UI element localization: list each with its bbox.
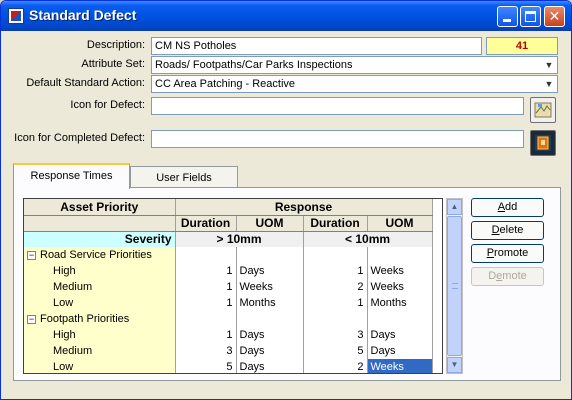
grid-scrollbar[interactable]: ▲ ▼ [446, 198, 463, 374]
defect-icon-picker-button[interactable] [530, 97, 556, 123]
priority-label: High [24, 263, 176, 279]
duration-cell[interactable]: 1 [175, 263, 237, 279]
completed-icon [535, 135, 551, 151]
tab-response-times[interactable]: Response Times [13, 163, 130, 189]
uom-cell[interactable]: Weeks [367, 263, 433, 279]
arrow-down-icon[interactable]: ▼ [447, 357, 462, 373]
icon-for-completed-label: Icon for Completed Defect: [14, 132, 145, 144]
window-title: Standard Defect [29, 7, 137, 23]
arrow-up-icon[interactable]: ▲ [447, 199, 462, 215]
uom-cell[interactable]: Days [236, 343, 304, 359]
uom-header[interactable]: UOM [236, 215, 304, 232]
duration-header[interactable]: Duration [175, 215, 237, 232]
duration-cell[interactable]: 1 [303, 295, 368, 311]
duration-cell[interactable]: 3 [175, 343, 237, 359]
uom-cell[interactable]: Days [236, 327, 304, 343]
close-icon: ✕ [548, 8, 561, 24]
icon-for-completed-field[interactable] [151, 130, 524, 148]
app-icon[interactable] [8, 8, 24, 24]
table-row[interactable]: − Road Service Priorities [24, 247, 433, 263]
group-label: Footpath Priorities [40, 313, 130, 325]
default-action-value: CC Area Patching - Reactive [155, 78, 296, 90]
uom-header[interactable]: UOM [367, 215, 433, 232]
uom-cell[interactable]: Weeks [367, 279, 433, 295]
priority-label: Low [24, 359, 176, 373]
minimize-icon [503, 19, 511, 22]
severity-column-1: > 10mm [175, 231, 304, 247]
table-row[interactable]: Low 5 Days 2 Weeks [24, 359, 433, 373]
maximize-icon [525, 11, 536, 22]
duration-cell[interactable]: 1 [175, 327, 237, 343]
collapse-icon[interactable]: − [27, 250, 36, 260]
table-row[interactable]: − Footpath Priorities [24, 311, 433, 327]
duration-cell[interactable]: 2 [303, 279, 368, 295]
group-row-road-service[interactable]: − Road Service Priorities [24, 247, 176, 263]
uom-cell-selected[interactable]: Weeks [367, 359, 433, 373]
maximize-button[interactable] [520, 6, 541, 27]
uom-cell[interactable]: Days [367, 327, 433, 343]
uom-cell[interactable]: Days [236, 263, 304, 279]
chevron-down-icon[interactable]: ▼ [541, 76, 557, 92]
icon-for-defect-label: Icon for Defect: [70, 99, 145, 111]
table-row[interactable]: Medium 1 Weeks 2 Weeks [24, 279, 433, 295]
default-action-select[interactable]: CC Area Patching - Reactive ▼ [151, 75, 558, 93]
close-button[interactable]: ✕ [544, 6, 565, 27]
map-icon [534, 102, 552, 118]
duration-cell[interactable]: 1 [175, 295, 237, 311]
promote-button[interactable]: Promote [471, 244, 544, 263]
table-row[interactable]: Medium 3 Days 5 Days [24, 343, 433, 359]
default-action-label: Default Standard Action: [26, 77, 145, 89]
duration-cell[interactable]: 3 [303, 327, 368, 343]
duration-cell[interactable]: 5 [303, 343, 368, 359]
attribute-set-value: Roads/ Footpaths/Car Parks Inspections [155, 59, 353, 71]
table-row[interactable]: High 1 Days 3 Days [24, 327, 433, 343]
group-label: Road Service Priorities [40, 249, 152, 261]
description-field[interactable]: CM NS Potholes [151, 37, 482, 55]
response-header[interactable]: Response [175, 199, 433, 216]
collapse-icon[interactable]: − [27, 314, 36, 324]
duration-cell[interactable]: 1 [303, 263, 368, 279]
duration-cell[interactable]: 1 [175, 279, 237, 295]
priority-label: Medium [24, 343, 176, 359]
icon-for-defect-field[interactable] [151, 97, 524, 115]
attribute-set-select[interactable]: Roads/ Footpaths/Car Parks Inspections ▼ [151, 56, 558, 74]
title-bar[interactable]: Standard Defect ✕ [1, 1, 571, 31]
demote-button[interactable]: Demote [471, 267, 544, 286]
add-button[interactable]: Add [471, 198, 544, 217]
uom-cell[interactable]: Months [236, 295, 304, 311]
priority-label: Medium [24, 279, 176, 295]
severity-label: Severity [24, 231, 176, 247]
duration-cell[interactable]: 5 [175, 359, 237, 373]
priority-label: Low [24, 295, 176, 311]
response-times-grid[interactable]: Asset Priority Response Duration UOM Dur… [23, 198, 443, 374]
uom-cell[interactable]: Days [236, 359, 304, 373]
uom-cell[interactable]: Weeks [236, 279, 304, 295]
uom-cell[interactable]: Months [367, 295, 433, 311]
duration-cell[interactable]: 2 [303, 359, 368, 373]
chevron-down-icon[interactable]: ▼ [541, 57, 557, 73]
delete-button[interactable]: Delete [471, 221, 544, 240]
table-row[interactable]: High 1 Days 1 Weeks [24, 263, 433, 279]
asset-priority-header[interactable]: Asset Priority [24, 199, 176, 216]
completed-icon-picker-button[interactable] [530, 130, 556, 156]
severity-column-2: < 10mm [303, 231, 433, 247]
scroll-thumb[interactable] [447, 216, 462, 356]
attribute-set-label: Attribute Set: [81, 58, 145, 70]
priority-label: High [24, 327, 176, 343]
duration-header[interactable]: Duration [303, 215, 368, 232]
blank-header-cell [24, 215, 176, 232]
description-label: Description: [86, 39, 145, 51]
uom-cell[interactable]: Days [367, 343, 433, 359]
defect-code-field[interactable]: 41 [486, 37, 558, 55]
minimize-button[interactable] [497, 6, 518, 27]
group-row-footpath[interactable]: − Footpath Priorities [24, 311, 176, 327]
table-row[interactable]: Low 1 Months 1 Months [24, 295, 433, 311]
standard-defect-window: Standard Defect ✕ Description: CM NS Pot… [0, 0, 572, 400]
